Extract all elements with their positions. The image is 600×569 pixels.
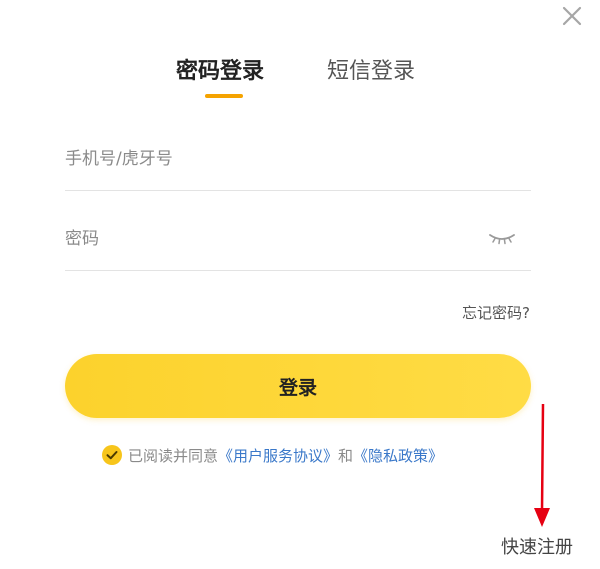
agreement-row: 已阅读并同意 《用户服务协议》 和 《隐私政策》 — [102, 444, 443, 466]
check-circle-icon — [106, 451, 118, 460]
password-input[interactable] — [65, 222, 475, 256]
account-input[interactable] — [65, 142, 475, 176]
tab-sms-login[interactable]: 短信登录 — [327, 56, 423, 88]
password-field — [65, 222, 531, 271]
red-arrow-icon — [534, 404, 550, 527]
eye-closed-icon — [489, 234, 515, 245]
agreement-prefix: 已阅读并同意 — [128, 446, 219, 465]
tab-password-login[interactable]: 密码登录 — [176, 56, 272, 88]
close-button[interactable] — [560, 4, 584, 28]
close-icon — [562, 6, 582, 26]
password-visibility-toggle[interactable] — [487, 228, 517, 246]
user-agreement-link[interactable]: 《用户服务协议》 — [218, 445, 338, 466]
active-tab-indicator — [205, 94, 243, 98]
login-button[interactable]: 登录 — [65, 354, 531, 418]
agreement-and-text: 和 — [338, 446, 354, 465]
quick-register-link[interactable]: 快速注册 — [501, 533, 573, 559]
privacy-policy-link[interactable]: 《隐私政策》 — [353, 445, 443, 466]
login-tabs: 密码登录 短信登录 — [0, 56, 600, 106]
account-field — [65, 142, 531, 191]
forgot-password-link[interactable]: 忘记密码? — [462, 302, 530, 323]
agreement-checkbox[interactable] — [102, 445, 122, 465]
